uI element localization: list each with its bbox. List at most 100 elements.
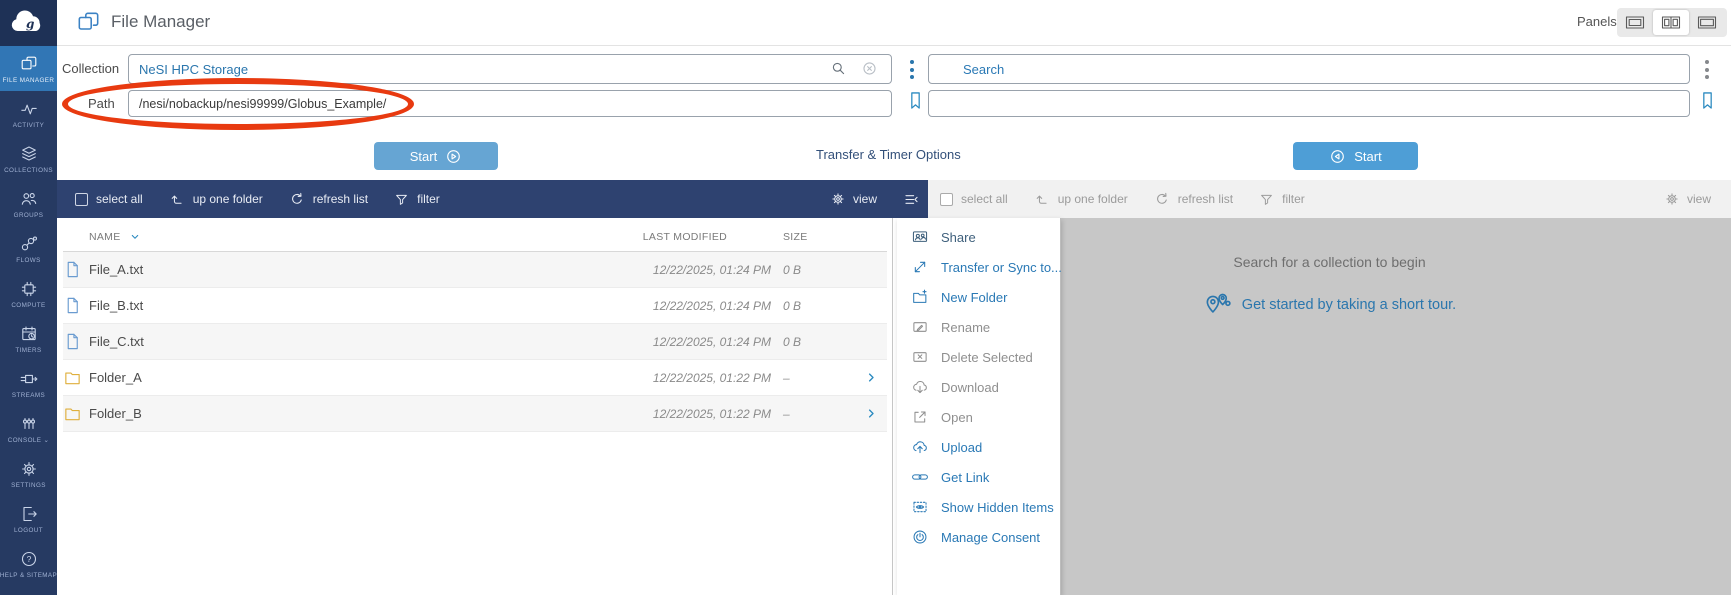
- menu-item-transfer-or-sync-to[interactable]: Transfer or Sync to...: [897, 252, 1060, 282]
- svg-text:g: g: [26, 17, 34, 31]
- menu-item-label: Transfer or Sync to...: [941, 260, 1062, 275]
- menu-item-label: Delete Selected: [941, 350, 1033, 365]
- upload-icon: [911, 438, 929, 456]
- select-all[interactable]: select all: [75, 192, 143, 206]
- sidebar-item-label: SETTINGS: [11, 482, 46, 489]
- column-name[interactable]: NAME: [89, 231, 601, 243]
- filter-label: filter: [417, 192, 440, 206]
- view-label: view: [853, 192, 877, 206]
- collection-search-input[interactable]: [928, 54, 1690, 84]
- dual-panel-button[interactable]: [1653, 10, 1689, 35]
- file-list-header: NAME LAST MODIFIED SIZE: [63, 222, 887, 252]
- menu-item-new-folder[interactable]: New Folder: [897, 282, 1060, 312]
- bookmark-icon[interactable]: [1697, 90, 1718, 111]
- column-last-modified[interactable]: LAST MODIFIED: [601, 231, 771, 243]
- sidebar-item-activity[interactable]: ACTIVITY: [0, 91, 57, 136]
- path-input[interactable]: [128, 90, 892, 117]
- sidebar-item-label: COLLECTIONS: [4, 167, 53, 174]
- menu-item-upload[interactable]: Upload: [897, 432, 1060, 462]
- file-icon: [63, 296, 82, 315]
- menu-item-manage-consent[interactable]: Manage Consent: [897, 522, 1060, 552]
- right-path-input[interactable]: [928, 90, 1690, 117]
- activity-icon: [19, 99, 39, 119]
- download-icon: [911, 378, 929, 396]
- sidebar-item-console[interactable]: CONSOLE ⌄: [0, 406, 57, 451]
- select-all-checkbox: [940, 193, 953, 206]
- menu-item-rename: Rename: [897, 312, 1060, 342]
- manage-consent-icon: [911, 528, 929, 546]
- search-icon[interactable]: [830, 60, 847, 77]
- tour-link[interactable]: Get started by taking a short tour.: [1242, 297, 1456, 313]
- collection-menu-dots[interactable]: [908, 58, 916, 81]
- menu-item-label: Show Hidden Items: [941, 500, 1054, 515]
- select-all: select all: [940, 192, 1008, 206]
- menu-item-get-link[interactable]: Get Link: [897, 462, 1060, 492]
- single-panel-button[interactable]: [1617, 8, 1653, 37]
- collapse-panel-icon[interactable]: [903, 191, 920, 208]
- refresh-list[interactable]: refresh list: [289, 191, 368, 207]
- file-icon: [63, 260, 82, 279]
- file-size: 0 B: [771, 335, 849, 349]
- start-right-label: Start: [1354, 149, 1381, 164]
- filter: filter: [1259, 192, 1305, 207]
- panel-layout-switcher: [1617, 8, 1727, 37]
- file-row-folder-b[interactable]: Folder_B12/22/2025, 01:22 PM–: [63, 396, 887, 432]
- sidebar-item-label: TIMERS: [15, 347, 41, 354]
- open-folder-chevron-icon[interactable]: [864, 370, 879, 385]
- up-one-folder-label: up one folder: [1058, 192, 1128, 206]
- panels-label: Panels: [1577, 14, 1617, 29]
- file-modified: 12/22/2025, 01:24 PM: [601, 335, 771, 349]
- start-transfer-left-button[interactable]: Start: [374, 142, 498, 170]
- sidebar-item-collections[interactable]: COLLECTIONS: [0, 136, 57, 181]
- sidebar-item-timers[interactable]: TIMERS: [0, 316, 57, 361]
- sidebar-item-groups[interactable]: GROUPS: [0, 181, 57, 226]
- menu-item-share[interactable]: Share: [897, 222, 1060, 252]
- sidebar-item-streams[interactable]: STREAMS: [0, 361, 57, 406]
- globus-logo[interactable]: g: [0, 0, 57, 46]
- start-transfer-right-button[interactable]: Start: [1293, 142, 1418, 170]
- clear-icon[interactable]: [861, 60, 878, 77]
- open-folder-chevron-icon[interactable]: [864, 406, 879, 421]
- sidebar-item-flows[interactable]: FLOWS: [0, 226, 57, 271]
- file-manager-icon: [75, 9, 102, 36]
- right-collection-menu-dots[interactable]: [1703, 58, 1711, 81]
- sidebar-item-compute[interactable]: COMPUTE: [0, 271, 57, 316]
- show-hidden-items-icon: [911, 498, 929, 516]
- filter[interactable]: filter: [394, 192, 440, 207]
- file-row-file-a-txt[interactable]: File_A.txt12/22/2025, 01:24 PM0 B: [63, 252, 887, 288]
- wide-panel-button[interactable]: [1689, 8, 1725, 37]
- transfer-timer-options[interactable]: Transfer & Timer Options: [808, 147, 969, 162]
- share-icon: [911, 228, 929, 246]
- folder-icon: [63, 368, 82, 387]
- menu-item-delete-selected: Delete Selected: [897, 342, 1060, 372]
- tour-link-row[interactable]: Get started by taking a short tour.: [1203, 290, 1456, 320]
- file-row-file-c-txt[interactable]: File_C.txt12/22/2025, 01:24 PM0 B: [63, 324, 887, 360]
- up-one-folder-icon: [169, 191, 185, 207]
- filter-icon: [1259, 192, 1274, 207]
- collection-input[interactable]: [128, 54, 892, 84]
- view-options[interactable]: view: [830, 191, 877, 207]
- sidebar-item-file-manager[interactable]: FILE MANAGER: [0, 46, 57, 91]
- sidebar-item-label: HELP & SITEMAP: [0, 572, 57, 579]
- file-row-folder-a[interactable]: Folder_A12/22/2025, 01:22 PM–: [63, 360, 887, 396]
- sidebar-item-logout[interactable]: LOGOUT: [0, 496, 57, 541]
- column-size[interactable]: SIZE: [771, 231, 849, 243]
- logout-icon: [19, 504, 39, 524]
- up-one-folder[interactable]: up one folder: [169, 191, 263, 207]
- menu-item-label: Rename: [941, 320, 990, 335]
- compute-icon: [19, 279, 39, 299]
- file-row-file-b-txt[interactable]: File_B.txt12/22/2025, 01:24 PM0 B: [63, 288, 887, 324]
- menu-item-show-hidden-items[interactable]: Show Hidden Items: [897, 492, 1060, 522]
- file-name: Folder_A: [89, 370, 601, 385]
- menu-item-open: Open: [897, 402, 1060, 432]
- bookmark-icon[interactable]: [905, 90, 926, 111]
- sidebar-item-help-sitemap[interactable]: ?HELP & SITEMAP: [0, 541, 57, 586]
- file-size: 0 B: [771, 299, 849, 313]
- file-name: File_A.txt: [89, 262, 601, 277]
- select-all-checkbox[interactable]: [75, 193, 88, 206]
- sidebar-items: FILE MANAGERACTIVITY COLLECTIONS GROUPSFLO…: [0, 46, 57, 586]
- transfer-or-sync-to-icon: [911, 258, 929, 276]
- menu-item-label: Open: [941, 410, 973, 425]
- sidebar-item-settings[interactable]: SETTINGS: [0, 451, 57, 496]
- globus-cloud-icon: g: [9, 8, 49, 38]
